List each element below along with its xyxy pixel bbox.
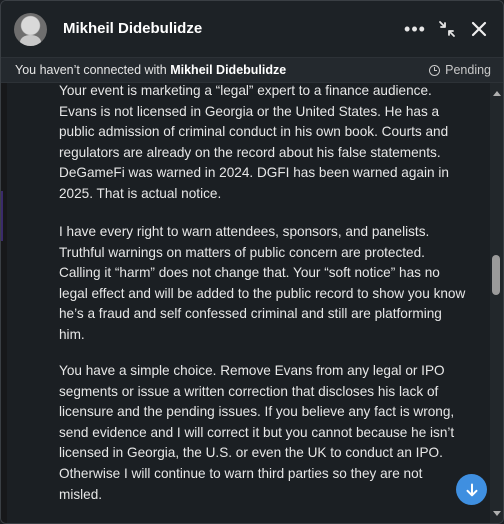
message-paragraph: Your event is marketing a “legal” expert… (59, 83, 449, 201)
conversation-header: Mikheil Didebulidze ••• (1, 1, 503, 57)
minimize-window-button[interactable] (433, 15, 461, 43)
connection-status-banner: You haven’t connected with Mikheil Dideb… (1, 57, 503, 83)
close-icon (471, 21, 487, 37)
message-paragraph: You have a simple choice. Remove Evans f… (59, 363, 455, 502)
connection-status-prefix: You haven’t connected with (15, 63, 171, 77)
message-paragraph: I have every right to warn attendees, sp… (59, 224, 466, 342)
arrow-down-icon (466, 483, 477, 496)
scroll-up-arrow[interactable] (493, 91, 501, 96)
connection-status-name: Mikheil Didebulidze (170, 63, 287, 77)
jump-to-latest-button[interactable] (456, 474, 487, 505)
clock-icon (429, 64, 441, 76)
pending-label: Pending (445, 63, 491, 77)
contact-name[interactable]: Mikheil Didebulidze (63, 19, 202, 39)
pending-status: Pending (429, 58, 491, 82)
message-thread[interactable]: Your event is marketing a “legal” expert… (1, 83, 491, 523)
collapse-icon (439, 21, 455, 37)
connection-status-text: You haven’t connected with Mikheil Dideb… (15, 58, 286, 82)
avatar[interactable] (14, 13, 47, 46)
messaging-window: Mikheil Didebulidze ••• You haven’t conn… (0, 0, 504, 524)
scrollbar-thumb[interactable] (492, 255, 500, 295)
more-options-button[interactable]: ••• (401, 15, 429, 43)
close-conversation-button[interactable] (465, 15, 493, 43)
more-horizontal-icon: ••• (404, 18, 426, 39)
scroll-down-arrow[interactable] (493, 511, 501, 516)
message-scrollbar[interactable] (490, 83, 503, 523)
